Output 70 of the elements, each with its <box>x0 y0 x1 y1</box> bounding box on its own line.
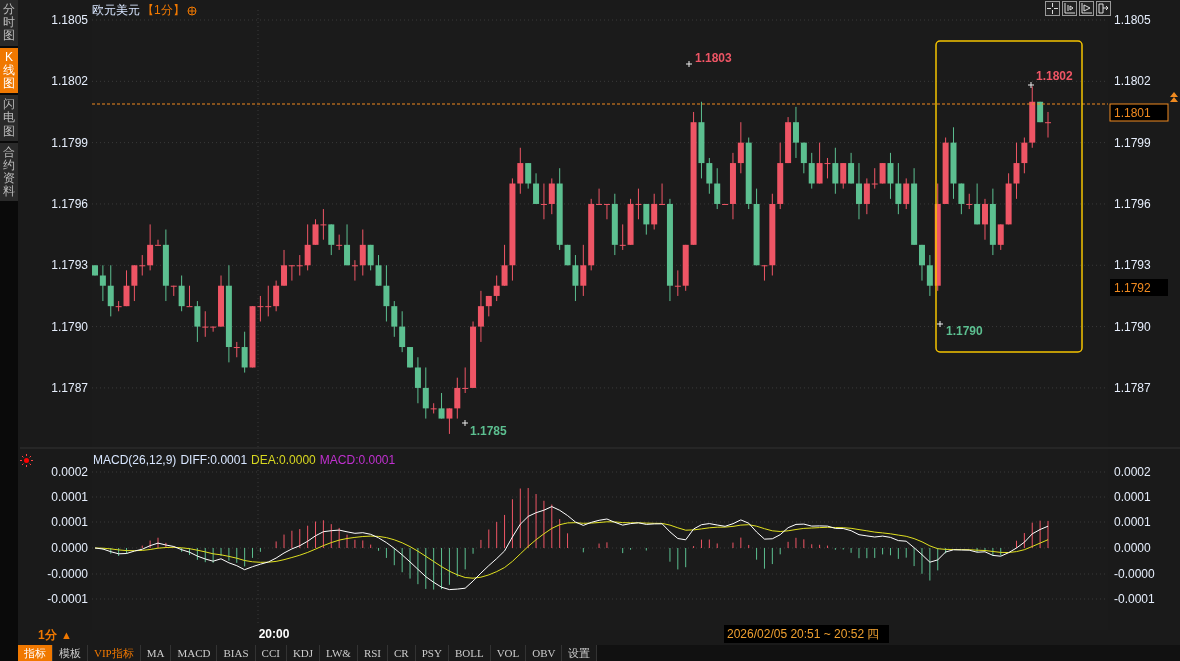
price-axis-label: 1.1787 <box>1114 380 1151 395</box>
caret-icon[interactable]: ▲ <box>61 629 72 641</box>
indicator-tab[interactable]: 设置 <box>562 645 598 661</box>
indicator-tab[interactable]: CCI <box>255 645 287 661</box>
marker-tick-icon <box>461 419 469 427</box>
cursor-price-label: 1.1792 <box>1110 279 1168 296</box>
sun-icon[interactable] <box>20 453 33 467</box>
indicator-tab[interactable]: PSY <box>415 645 449 661</box>
price-axis-label: 1.1793 <box>1114 258 1151 273</box>
last-price-label: 1.1801 <box>1109 103 1169 122</box>
price-marker: 1.1785 <box>470 424 507 438</box>
macd-axis-label: 0.0000 <box>51 541 88 555</box>
period-label: 【1分】 <box>142 2 185 19</box>
macd-axis-label: 0.0001 <box>51 515 88 529</box>
play-button[interactable] <box>1079 1 1094 16</box>
price-axis-label: 1.1799 <box>51 135 88 150</box>
macd-axis-label: -0.0001 <box>1114 592 1155 606</box>
price-axis-label: 1.1790 <box>51 319 88 334</box>
macd-axis-label: -0.0000 <box>47 567 88 581</box>
macd-axis-label: -0.0001 <box>47 592 88 606</box>
marker-tick-icon <box>685 60 693 68</box>
instrument-title: 欧元美元 <box>92 2 140 19</box>
macd-axis-label: -0.0000 <box>1114 567 1155 581</box>
time-axis-label: 20:00 <box>258 627 290 641</box>
price-axis-label: 1.1787 <box>51 380 88 395</box>
dea-value: DEA:0.0000 <box>251 453 316 467</box>
indicator-tab[interactable]: RSI <box>357 645 389 661</box>
indicator-tab[interactable]: VOL <box>490 645 527 661</box>
macd-axis-label: 0.0001 <box>51 490 88 504</box>
scroll-end-button[interactable] <box>1096 1 1111 16</box>
indicator-tab[interactable]: KDJ <box>286 645 321 661</box>
price-marker: 1.1802 <box>1036 69 1073 83</box>
macd-axis-label: 0.0002 <box>51 465 88 479</box>
sidebar-tab[interactable]: 闪电图 <box>0 95 18 141</box>
indicator-tab[interactable]: MACD <box>171 645 218 661</box>
sidebar-tab[interactable]: 分时图 <box>0 0 18 46</box>
price-axis-label: 1.1790 <box>1114 319 1151 334</box>
macd-axis-label: 0.0001 <box>1114 490 1151 504</box>
price-axis-label: 1.1796 <box>1114 196 1151 211</box>
time-tooltip: 2026/02/05 20:51 ~ 20:52 四 <box>724 625 889 643</box>
macd-axis-label: 0.0001 <box>1114 515 1151 529</box>
indicator-tab[interactable]: OBV <box>526 645 563 661</box>
indicator-tab[interactable]: BOLL <box>448 645 491 661</box>
macd-axis-label: 0.0000 <box>1114 541 1151 555</box>
marker-tick-icon <box>936 320 944 328</box>
price-axis-label: 1.1793 <box>51 258 88 273</box>
price-axis-label: 1.1796 <box>51 196 88 211</box>
caret-icon <box>1170 92 1178 102</box>
indicator-tab[interactable]: BIAS <box>217 645 256 661</box>
price-marker: 1.1803 <box>695 51 732 65</box>
macd-params: MACD(26,12,9) <box>93 453 177 467</box>
price-marker: 1.1790 <box>946 324 983 338</box>
crosshair-button[interactable] <box>1045 1 1060 16</box>
indicator-tab[interactable]: VIP指标 <box>88 645 141 661</box>
price-axis-label: 1.1802 <box>51 74 88 89</box>
price-axis-label: 1.1799 <box>1114 135 1151 150</box>
diff-value: DIFF:0.0001 <box>180 453 248 467</box>
indicator-tab[interactable]: 模板 <box>53 645 88 661</box>
indicator-tab[interactable]: LW& <box>320 645 358 661</box>
marker-tick-icon <box>1027 81 1035 89</box>
price-axis-label: 1.1802 <box>1114 74 1151 89</box>
macd-axis-label: 0.0002 <box>1114 465 1151 479</box>
macd-value: MACD:0.0001 <box>319 453 396 467</box>
indicator-tab[interactable]: CR <box>388 645 416 661</box>
crosshair-circle-icon[interactable] <box>186 5 197 16</box>
price-axis-label: 1.1805 <box>51 13 88 27</box>
price-axis-label: 1.1805 <box>1114 13 1151 27</box>
indicator-tab[interactable]: MA <box>140 645 172 661</box>
period-label[interactable]: 1分 <box>38 628 57 642</box>
sidebar-tab[interactable]: 合约资料 <box>0 142 18 202</box>
